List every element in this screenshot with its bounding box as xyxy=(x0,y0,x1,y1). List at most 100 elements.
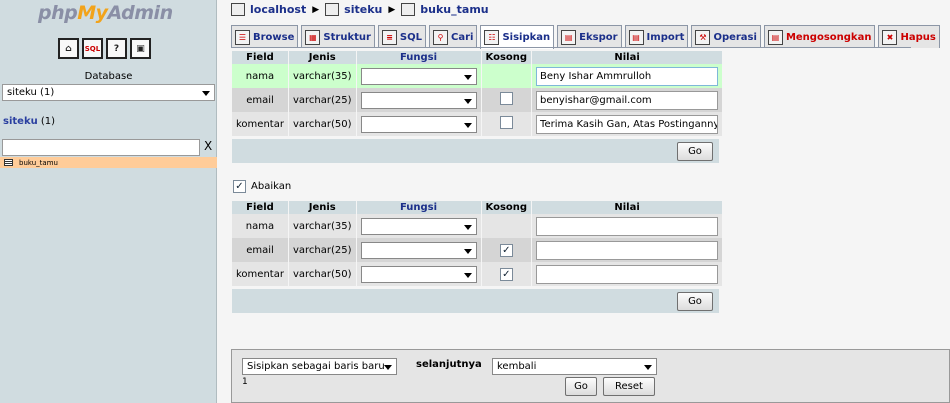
logo-my: My xyxy=(77,2,108,24)
next-action-label: selanjutnya xyxy=(416,359,482,370)
table-icon xyxy=(4,159,13,166)
tab-label: Cari xyxy=(451,31,474,43)
go-button[interactable]: Go xyxy=(677,142,713,161)
null-checkbox[interactable]: ✓ xyxy=(499,267,513,281)
tab-mengosongkan[interactable]: ▤ Mengosongkan xyxy=(763,25,876,48)
value-input[interactable]: Beny Ishar Ammrulloh xyxy=(536,66,719,86)
null-cell: ✓ xyxy=(481,262,532,286)
tab-label: SQL xyxy=(399,31,422,43)
tab-import[interactable]: ▤ Import xyxy=(624,25,689,48)
col-type: Jenis xyxy=(288,51,356,64)
tab-operasi[interactable]: ⚒ Operasi xyxy=(691,25,761,48)
value-input[interactable] xyxy=(536,240,719,260)
tab-struktur[interactable]: ▦ Struktur xyxy=(301,25,375,48)
value-cell: Beny Ishar Ammrulloh xyxy=(532,64,723,88)
field-name: nama xyxy=(232,214,288,238)
form-2-go-bar: Go xyxy=(232,289,719,313)
insert-options-footer: Sisipkan sebagai baris baru selanjutnya … xyxy=(231,349,950,403)
table-name: buku_tamu xyxy=(19,158,58,167)
ignore-toggle[interactable]: ✓ Abaikan xyxy=(233,180,291,193)
function-cell xyxy=(356,112,481,136)
database-select[interactable]: siteku (1) xyxy=(2,84,215,101)
null-cell xyxy=(481,214,532,238)
value-input[interactable] xyxy=(536,264,719,284)
value-cell: benyishar@gmail.com xyxy=(532,88,723,112)
chevron-down-icon xyxy=(202,91,210,96)
col-field: Field xyxy=(232,51,288,64)
chevron-down-icon xyxy=(644,365,652,370)
function-select[interactable] xyxy=(360,67,477,85)
field-type: varchar(50) xyxy=(288,112,356,136)
field-type: varchar(50) xyxy=(288,262,356,286)
help-icon[interactable]: ? xyxy=(106,38,127,59)
insert-mode-select[interactable]: Sisipkan sebagai baris baru xyxy=(242,358,397,375)
empty-icon: ▤ xyxy=(767,29,783,45)
col-null: Kosong xyxy=(481,201,532,214)
breadcrumb-separator-icon: ▶ xyxy=(312,4,320,15)
function-select[interactable] xyxy=(360,91,477,109)
browse-icon: ☰ xyxy=(235,29,250,45)
after-insert-value: kembali xyxy=(497,361,537,372)
value-input[interactable] xyxy=(536,216,719,236)
breadcrumb-server[interactable]: localhost xyxy=(250,3,306,16)
chevron-down-icon xyxy=(384,365,392,370)
ignore-checkbox[interactable]: ✓ xyxy=(233,180,246,193)
import-icon: ▤ xyxy=(628,29,644,45)
database-select-value: siteku (1) xyxy=(7,87,55,98)
home-icon[interactable]: ⌂ xyxy=(58,38,79,59)
field-name: komentar xyxy=(232,112,288,136)
tab-ekspor[interactable]: ▤ Ekspor xyxy=(557,25,622,48)
chevron-down-icon xyxy=(463,122,472,128)
function-select[interactable] xyxy=(360,115,477,133)
breadcrumb-database[interactable]: siteku xyxy=(344,3,382,16)
phpmyadmin-logo[interactable]: phpMyAdmin xyxy=(38,2,173,24)
table-list-item[interactable]: buku_tamu xyxy=(0,157,217,168)
tab-sisipkan[interactable]: ☷ Sisipkan xyxy=(480,25,555,49)
value-input[interactable]: Terima Kasih Gan, Atas Postingannya xyxy=(536,114,719,134)
search-icon: ⚲ xyxy=(433,29,448,45)
tab-sql[interactable]: ≡ SQL xyxy=(377,25,426,48)
database-link[interactable]: siteku (1) xyxy=(3,116,55,127)
filter-clear-button[interactable]: X xyxy=(204,139,212,153)
go-button[interactable]: Go xyxy=(565,377,597,396)
value-input[interactable]: benyishar@gmail.com xyxy=(536,90,719,110)
null-checkbox[interactable] xyxy=(499,92,513,105)
col-null: Kosong xyxy=(481,51,532,64)
tab-label: Import xyxy=(646,31,685,43)
function-cell xyxy=(356,262,481,286)
function-cell xyxy=(356,214,481,238)
field-type: varchar(35) xyxy=(288,214,356,238)
server-icon xyxy=(231,3,245,16)
field-name: komentar xyxy=(232,262,288,286)
function-select[interactable] xyxy=(360,265,477,283)
sql-icon[interactable]: SQL xyxy=(82,38,103,59)
function-select[interactable] xyxy=(360,217,477,235)
value-cell xyxy=(532,262,723,286)
tab-hapus[interactable]: ✖ Hapus xyxy=(878,25,940,48)
structure-icon: ▦ xyxy=(305,29,321,45)
function-select[interactable] xyxy=(360,241,477,259)
null-cell xyxy=(481,112,532,136)
reset-button[interactable]: Reset xyxy=(603,377,655,396)
go-button[interactable]: Go xyxy=(677,292,713,311)
insert-form-2: Field Jenis Fungsi Kosong Nilai nama var… xyxy=(231,201,723,286)
sql-icon-label: SQL xyxy=(84,44,101,53)
tab-cari[interactable]: ⚲ Cari xyxy=(429,25,478,48)
tab-browse[interactable]: ☰ Browse xyxy=(231,25,299,48)
chevron-down-icon xyxy=(463,98,472,104)
operations-icon: ⚒ xyxy=(695,29,711,45)
ignore-label: Abaikan xyxy=(251,181,292,192)
field-type: varchar(25) xyxy=(288,88,356,112)
form-1-go-bar: Go xyxy=(232,139,719,163)
after-insert-select[interactable]: kembali xyxy=(492,358,657,375)
table-row: email varchar(25) ✓ xyxy=(232,238,723,262)
table-row: komentar varchar(50) Terima Kasih Gan, A… xyxy=(232,112,723,136)
null-checkbox[interactable]: ✓ xyxy=(499,243,513,257)
breadcrumb-table[interactable]: buku_tamu xyxy=(420,3,488,16)
field-name: email xyxy=(232,88,288,112)
col-type: Jenis xyxy=(288,201,356,214)
query-window-icon[interactable]: ▣ xyxy=(130,38,151,59)
table-row: nama varchar(35) Beny Ishar Ammrulloh xyxy=(232,64,723,88)
table-filter-input[interactable] xyxy=(2,139,200,156)
null-checkbox[interactable] xyxy=(499,116,513,129)
